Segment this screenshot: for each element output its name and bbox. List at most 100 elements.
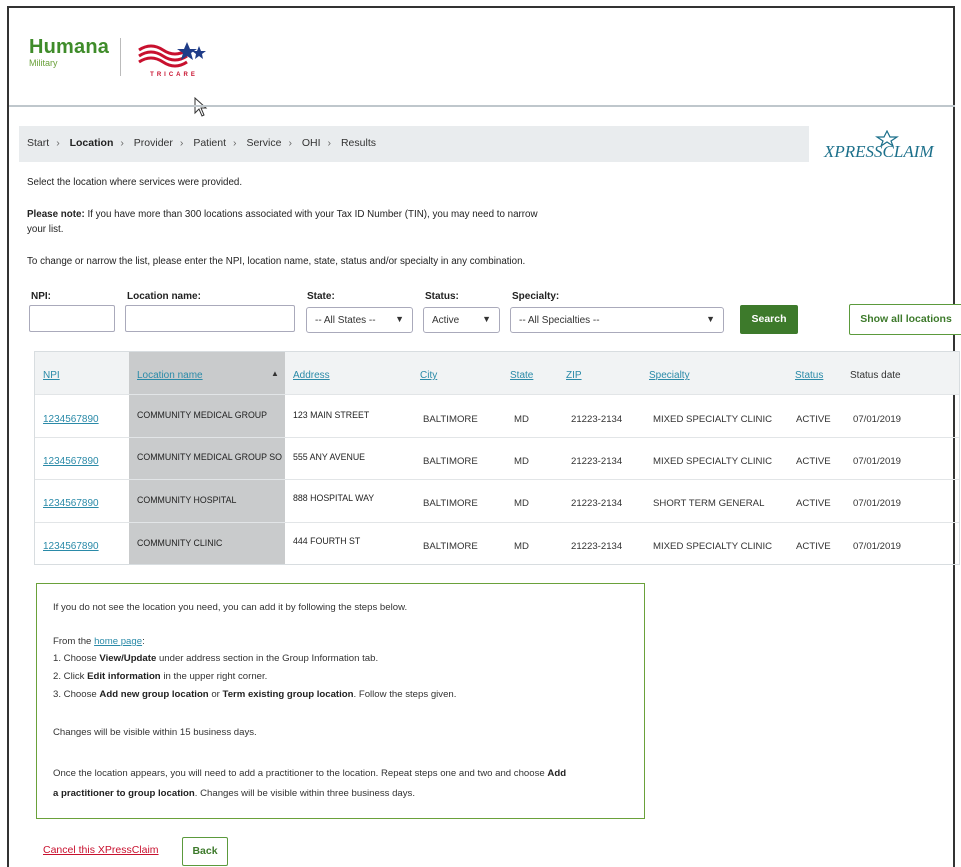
- column-header-state[interactable]: State: [510, 370, 533, 381]
- location-name-input[interactable]: [125, 305, 295, 332]
- locations-table: NPI Location name ▲ Address City State Z…: [34, 351, 960, 565]
- breadcrumb-separator-icon: ›: [120, 137, 124, 149]
- chevron-down-icon: ▼: [395, 314, 404, 324]
- cancel-xpressclaim-link[interactable]: Cancel this XPressClaim: [43, 844, 159, 856]
- location-name-cell: COMMUNITY MEDICAL GROUP SO: [137, 452, 283, 462]
- note-body-2: your list.: [27, 224, 64, 235]
- state-cell: MD: [514, 414, 529, 425]
- status-select-value: Active: [432, 315, 460, 326]
- show-all-locations-button[interactable]: Show all locations: [849, 304, 961, 335]
- step3-b: Add new group location: [99, 689, 209, 700]
- state-cell: MD: [514, 498, 529, 509]
- npi-link[interactable]: 1234567890: [43, 498, 99, 509]
- column-header-specialty[interactable]: Specialty: [649, 370, 690, 381]
- info-step-3: 3. Choose Add new group location or Term…: [53, 688, 456, 702]
- sort-ascending-icon[interactable]: ▲: [271, 369, 279, 378]
- city-cell: BALTIMORE: [423, 456, 478, 467]
- intro-text: Select the location where services were …: [27, 177, 243, 188]
- zip-cell: 21223-2134: [571, 456, 623, 467]
- specialty-cell: MIXED SPECIALTY CLINIC: [653, 414, 773, 425]
- p4-c: a practitioner to group location: [53, 788, 195, 799]
- zip-cell: 21223-2134: [571, 541, 623, 552]
- step2-b: Edit information: [87, 671, 161, 682]
- column-header-status[interactable]: Status: [795, 370, 823, 381]
- location-name-cell: COMMUNITY CLINIC: [137, 538, 223, 548]
- note-body: If you have more than 300 locations asso…: [84, 209, 538, 220]
- mouse-cursor-icon: [194, 97, 208, 117]
- step3-d: Term existing group location: [222, 689, 354, 700]
- step2-c: in the upper right corner.: [160, 671, 268, 682]
- column-header-location-name[interactable]: Location name: [137, 370, 203, 381]
- column-header-city[interactable]: City: [420, 370, 437, 381]
- specialty-select-value: -- All Specialties --: [519, 315, 600, 326]
- column-header-address[interactable]: Address: [293, 370, 330, 381]
- header-divider: [9, 105, 955, 107]
- site-header: Humana Military TRICARE: [9, 8, 955, 117]
- narrow-instructions: To change or narrow the list, please ent…: [27, 256, 526, 267]
- state-select-value: -- All States --: [315, 315, 376, 326]
- state-label: State:: [307, 291, 335, 302]
- step3-a: 3. Choose: [53, 689, 100, 700]
- step1-a: 1. Choose: [53, 653, 100, 664]
- address-cell: 444 FOURTH ST: [293, 536, 361, 546]
- breadcrumb-item-ohi: OHI: [301, 137, 321, 149]
- search-button[interactable]: Search: [740, 305, 798, 334]
- breadcrumb-separator-icon: ›: [288, 137, 292, 149]
- home-page-link[interactable]: home page: [94, 636, 142, 647]
- breadcrumb-separator-icon: ›: [327, 137, 332, 149]
- specialty-select[interactable]: -- All Specialties -- ▼: [510, 307, 724, 333]
- breadcrumb-item-provider: Provider: [133, 137, 173, 149]
- column-header-zip[interactable]: ZIP: [566, 370, 582, 381]
- city-cell: BALTIMORE: [423, 414, 478, 425]
- breadcrumb-item-location: Location: [69, 137, 114, 149]
- xpressclaim-logo: XPRESSCLAIM: [824, 130, 934, 166]
- address-cell: 555 ANY AVENUE: [293, 452, 366, 462]
- info-step-2: 2. Click Edit information in the upper r…: [53, 670, 267, 684]
- humana-logo[interactable]: Humana: [29, 36, 109, 59]
- tricare-wordmark: TRICARE: [150, 72, 198, 78]
- breadcrumb-separator-icon: ›: [56, 137, 60, 149]
- breadcrumb-item-patient: Patient: [193, 137, 227, 149]
- row-divider: [35, 522, 959, 523]
- status-cell: ACTIVE: [796, 541, 831, 552]
- info-intro: If you do not see the location you need,…: [53, 602, 408, 613]
- step3-c: or: [208, 689, 223, 700]
- specialty-cell: MIXED SPECIALTY CLINIC: [653, 541, 773, 552]
- location-name-cell: COMMUNITY HOSPITAL: [137, 495, 237, 505]
- info-from-home: From the home page:: [53, 635, 145, 649]
- chevron-down-icon: ▼: [482, 314, 491, 324]
- p4-a: Once the location appears, you will need…: [53, 768, 548, 779]
- npi-link[interactable]: 1234567890: [43, 414, 99, 425]
- column-header-npi[interactable]: NPI: [43, 370, 60, 381]
- tricare-flag-icon: [138, 42, 206, 68]
- location-name-label: Location name:: [127, 291, 201, 302]
- npi-link[interactable]: 1234567890: [43, 456, 99, 467]
- state-cell: MD: [514, 456, 529, 467]
- breadcrumb-item-results: Results: [340, 137, 376, 149]
- breadcrumb-separator-icon: ›: [233, 137, 237, 149]
- status-select[interactable]: Active ▼: [423, 307, 500, 333]
- breadcrumb-item-service: Service: [246, 137, 282, 149]
- breadcrumb-separator-icon: ›: [179, 137, 184, 149]
- p4-d: . Changes will be visible within three b…: [194, 788, 416, 799]
- step3-e: . Follow the steps given.: [353, 689, 457, 700]
- breadcrumb: Start › Location › Provider › Patient › Serv…: [27, 137, 376, 149]
- status-cell: ACTIVE: [796, 414, 831, 425]
- page-frame: Humana Military TRICARE Start › Location ›…: [7, 6, 961, 867]
- status-date-cell: 07/01/2019: [853, 498, 902, 509]
- status-date-cell: 07/01/2019: [853, 456, 902, 467]
- npi-input[interactable]: [29, 305, 115, 332]
- row-divider: [35, 437, 959, 438]
- step1-c: under address section in the Group Infor…: [156, 653, 379, 664]
- back-button[interactable]: Back: [182, 837, 228, 866]
- logo-divider: [120, 38, 121, 76]
- status-date-cell: 07/01/2019: [853, 414, 902, 425]
- npi-link[interactable]: 1234567890: [43, 541, 99, 552]
- step1-b: View/Update: [99, 653, 157, 664]
- humana-logo-subtitle: Military: [29, 58, 58, 68]
- state-select[interactable]: -- All States -- ▼: [306, 307, 413, 333]
- info-visibility-note: Changes will be visible within 15 busine…: [53, 727, 257, 738]
- city-cell: BALTIMORE: [423, 498, 478, 509]
- chevron-down-icon: ▼: [706, 314, 715, 324]
- status-label: Status:: [425, 291, 459, 302]
